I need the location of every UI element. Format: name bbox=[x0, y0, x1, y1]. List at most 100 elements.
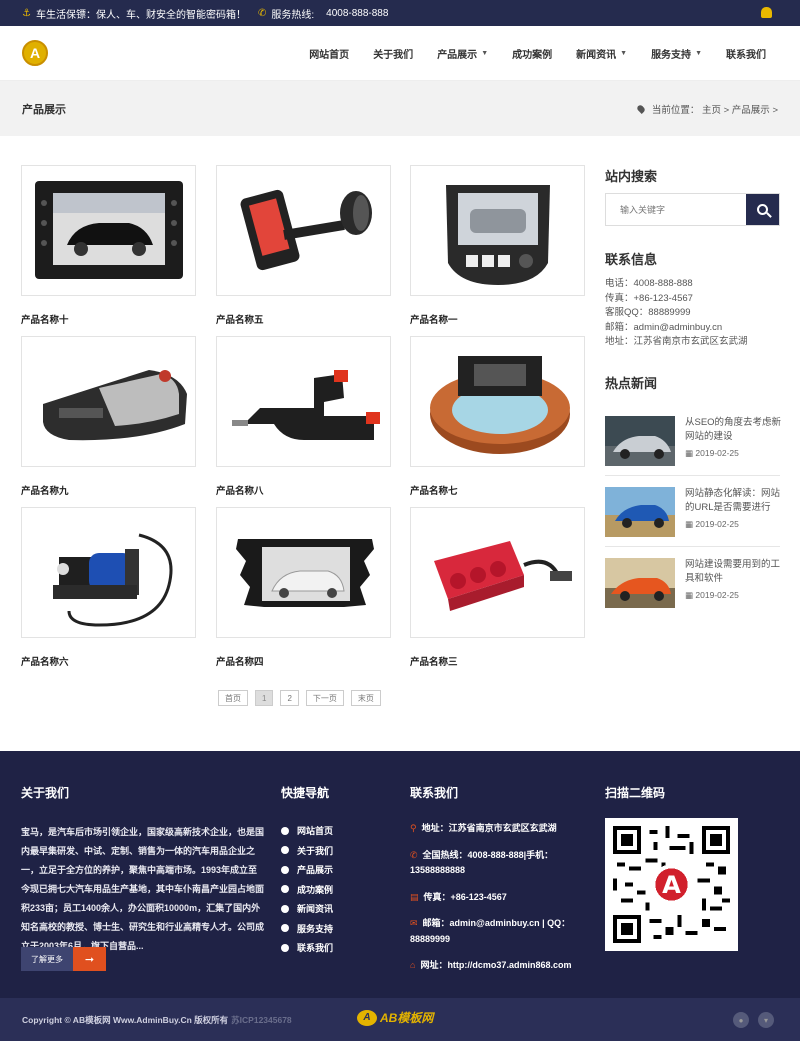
pager-page-2[interactable]: 2 bbox=[280, 690, 299, 706]
nav-item-cases[interactable]: 成功案例 bbox=[512, 46, 552, 61]
footer-fax: ▤ 传真：+86-123-4567 bbox=[410, 890, 590, 906]
check-circle-icon bbox=[281, 865, 289, 874]
learn-more-button[interactable]: 了解更多 ➞ bbox=[21, 947, 106, 971]
nav-label: 成功案例 bbox=[512, 50, 553, 61]
nav-item-home[interactable]: 网站首页 bbox=[309, 46, 349, 61]
footer-address: ⚲ 地址：江苏省南京市玄武区玄武湖 bbox=[410, 821, 590, 837]
footer-link-support[interactable]: 服务支持 bbox=[281, 919, 391, 939]
pager-last[interactable]: 末页 bbox=[350, 690, 381, 706]
product-card[interactable]: 产品名称十 bbox=[21, 165, 196, 326]
product-name[interactable]: 产品名称八 bbox=[216, 483, 264, 497]
product-name[interactable]: 产品名称五 bbox=[216, 312, 264, 326]
qr-code: A bbox=[605, 818, 738, 951]
news-title[interactable]: 从SEO的角度去考虑新网站的建设 bbox=[685, 416, 783, 444]
product-image[interactable] bbox=[410, 507, 585, 638]
product-name[interactable]: 产品名称四 bbox=[216, 654, 264, 668]
news-title[interactable]: 网站静态化解读：网站的URL是否需要进行 bbox=[685, 487, 783, 515]
footer-logo[interactable]: A AB模板网 bbox=[357, 1009, 433, 1026]
footer-link-label: 联系我们 bbox=[297, 943, 334, 954]
bell-icon[interactable] bbox=[761, 7, 772, 18]
footer-link-contact[interactable]: 联系我们 bbox=[281, 938, 391, 958]
news-item[interactable]: 网站建设需要用到的工具和软件 ▦ 2019-02-25 bbox=[605, 558, 780, 620]
hotline-group: ✆ 服务热线: 4008-888-888 bbox=[258, 6, 388, 21]
footer-website: ⌂ 网址：http://dcmo37.admin868.com bbox=[410, 958, 590, 974]
footer-link-news[interactable]: 新闻资讯 bbox=[281, 899, 391, 919]
product-image[interactable] bbox=[410, 165, 585, 296]
pager-page-1[interactable]: 1 bbox=[255, 690, 274, 706]
breadcrumb-text[interactable]: 当前位置： 主页 > 产品展示 > bbox=[652, 102, 778, 116]
product-image[interactable] bbox=[21, 336, 196, 467]
contact-line: 地址：江苏省南京市玄武区玄武湖 bbox=[605, 336, 748, 347]
news-thumbnail[interactable] bbox=[605, 558, 675, 608]
nav-item-contact[interactable]: 联系我们 bbox=[726, 46, 766, 61]
page-title: 产品展示 bbox=[22, 103, 66, 116]
footer-logo-text: AB模板网 bbox=[380, 1011, 434, 1025]
location-pin-icon bbox=[635, 103, 646, 114]
qq-icon[interactable]: ● bbox=[733, 1012, 749, 1028]
pager-next[interactable]: 下一页 bbox=[305, 690, 344, 706]
calendar-icon: ▦ bbox=[685, 448, 696, 458]
site-footer: 关于我们 宝马，是汽车后市场引领企业，国家级高新技术企业，也是国内最早集研发、中… bbox=[0, 751, 800, 998]
product-name[interactable]: 产品名称一 bbox=[410, 312, 458, 326]
product-image[interactable] bbox=[216, 165, 391, 296]
footer-link-products[interactable]: 产品展示 bbox=[281, 860, 391, 880]
news-item[interactable]: 网站静态化解读：网站的URL是否需要进行 ▦ 2019-02-25 bbox=[605, 487, 780, 549]
page-banner: 产品展示 当前位置： 主页 > 产品展示 > bbox=[0, 81, 800, 136]
orange-car-image bbox=[605, 558, 675, 608]
product-image[interactable] bbox=[21, 165, 196, 296]
footer-phone: ✆ 全国热线：4008-888-888|手机：13588888888 bbox=[410, 848, 590, 879]
icp-number[interactable]: 苏ICP12345678 bbox=[231, 1014, 292, 1026]
footer-link-about[interactable]: 关于我们 bbox=[281, 841, 391, 861]
product-image[interactable] bbox=[21, 507, 196, 638]
cart-icon[interactable]: ▾ bbox=[758, 1012, 774, 1028]
footer-about: 关于我们 宝马，是汽车后市场引领企业，国家级高新技术企业，也是国内最早集研发、中… bbox=[21, 784, 266, 956]
caret-down-icon: ▼ bbox=[695, 50, 702, 57]
product-name[interactable]: 产品名称九 bbox=[21, 483, 69, 497]
search-input[interactable]: 输入关键字 bbox=[606, 194, 746, 225]
news-item[interactable]: 从SEO的角度去考虑新网站的建设 ▦ 2019-02-25 bbox=[605, 416, 783, 478]
product-card[interactable]: 产品名称四 bbox=[216, 507, 391, 668]
nav-label: 产品展示 bbox=[437, 50, 478, 61]
nav-item-products[interactable]: 产品展示 ▼ bbox=[437, 46, 488, 61]
footer-email: ✉ 邮箱：admin@adminbuy.cn | QQ：88889999 bbox=[410, 916, 590, 947]
nav-item-news[interactable]: 新闻资讯 ▼ bbox=[576, 46, 627, 61]
product-name[interactable]: 产品名称十 bbox=[21, 312, 69, 326]
footer-link-cases[interactable]: 成功案例 bbox=[281, 880, 391, 900]
news-title[interactable]: 网站建设需要用到的工具和软件 bbox=[685, 558, 783, 586]
contact-heading: 联系信息 bbox=[605, 252, 658, 267]
product-image[interactable] bbox=[216, 336, 391, 467]
footer-qr-title: 扫描二维码 bbox=[605, 786, 666, 800]
product-card[interactable]: 产品名称六 bbox=[21, 507, 196, 668]
footer-contact-title: 联系我们 bbox=[410, 786, 459, 800]
nav-item-support[interactable]: 服务支持 ▼ bbox=[651, 46, 702, 61]
product-image[interactable] bbox=[216, 507, 391, 638]
nav-label: 新闻资讯 bbox=[576, 50, 617, 61]
footer-contact-text[interactable]: 网址：http://dcmo37.admin868.com bbox=[420, 960, 571, 970]
contact-line: 邮箱：admin@adminbuy.cn bbox=[605, 321, 723, 333]
footer-link-label: 网站首页 bbox=[297, 826, 334, 837]
search-button[interactable] bbox=[746, 194, 779, 225]
product-card[interactable]: 产品名称一 bbox=[410, 165, 585, 326]
news-thumbnail[interactable] bbox=[605, 487, 675, 537]
footer-link-home[interactable]: 网站首页 bbox=[281, 821, 391, 841]
product-name[interactable]: 产品名称六 bbox=[21, 654, 69, 668]
product-card[interactable]: 产品名称八 bbox=[216, 336, 391, 497]
car-dvd-sedan-icon bbox=[235, 539, 374, 607]
product-card[interactable]: 产品名称九 bbox=[21, 336, 196, 497]
nav-item-about[interactable]: 关于我们 bbox=[373, 46, 413, 61]
caret-down-icon: ▼ bbox=[620, 50, 628, 57]
product-card[interactable]: 产品名称三 bbox=[410, 507, 585, 668]
news-heading: 热点新闻 bbox=[605, 376, 658, 391]
product-card[interactable]: 产品名称五 bbox=[216, 165, 391, 326]
pager-first[interactable]: 首页 bbox=[218, 690, 248, 706]
contact-line: 客服QQ：88889999 bbox=[605, 307, 691, 318]
site-logo[interactable]: A bbox=[22, 40, 48, 66]
product-name[interactable]: 产品名称七 bbox=[410, 483, 458, 497]
news-date-text: 2019-02-25 bbox=[695, 519, 739, 529]
product-name[interactable]: 产品名称三 bbox=[410, 654, 458, 668]
news-thumbnail[interactable] bbox=[605, 416, 675, 466]
product-image[interactable] bbox=[410, 336, 585, 467]
nav-label: 服务支持 bbox=[651, 50, 692, 61]
contact-info: 电话：4008-888-888 传真：+86-123-4567 客服QQ：888… bbox=[605, 277, 780, 350]
product-card[interactable]: 产品名称七 bbox=[410, 336, 585, 497]
